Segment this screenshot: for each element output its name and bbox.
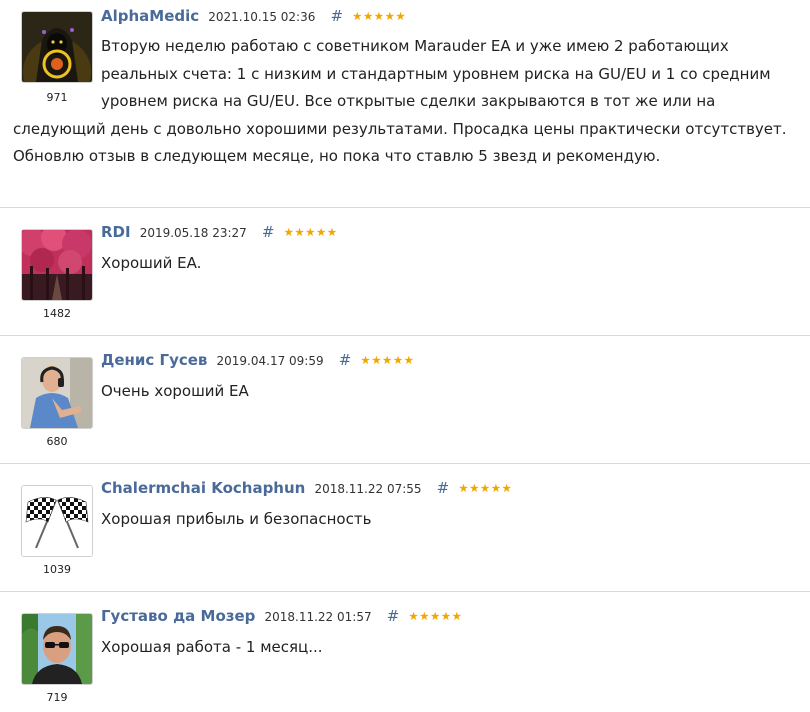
user-rating: 680 xyxy=(46,435,68,448)
author-name[interactable]: Густаво да Мозер xyxy=(101,607,255,625)
permalink-hash[interactable]: # xyxy=(262,223,275,241)
author-name[interactable]: AlphaMedic xyxy=(101,7,199,25)
star-rating: ★★★★★ xyxy=(352,9,407,23)
hooded-figure-icon xyxy=(22,12,92,82)
permalink-hash[interactable]: # xyxy=(339,351,352,369)
avatar[interactable] xyxy=(21,485,93,557)
review-text-line: Вторую неделю работаю с советником Marau… xyxy=(101,37,729,55)
man-sunglasses-avatar xyxy=(22,614,92,684)
divider xyxy=(0,207,810,208)
review-header: Chalermchai Kochaphun 2018.11.22 07:55 #… xyxy=(101,478,512,499)
review-header: AlphaMedic 2021.10.15 02:36 # ★★★★★ xyxy=(101,6,406,27)
author-name[interactable]: Денис Гусев xyxy=(101,351,207,369)
user-rating: 1039 xyxy=(43,563,71,576)
user-rating: 719 xyxy=(46,691,68,704)
review-date: 2019.04.17 09:59 xyxy=(216,354,324,368)
avatar[interactable] xyxy=(21,11,93,83)
review-text-line: Хорошая работа - 1 месяц... xyxy=(101,638,323,656)
review-text-line: Хороший EA. xyxy=(101,254,202,272)
star-rating: ★★★★★ xyxy=(283,225,338,239)
divider xyxy=(0,591,810,592)
author-name[interactable]: RDI xyxy=(101,223,131,241)
review-date: 2018.11.22 01:57 xyxy=(264,610,372,624)
review-date: 2021.10.15 02:36 xyxy=(208,10,316,24)
review-text-line: следующий день с довольно хорошими резул… xyxy=(13,119,787,138)
avatar[interactable] xyxy=(21,229,93,301)
review-header: Денис Гусев 2019.04.17 09:59 # ★★★★★ xyxy=(101,350,414,371)
star-rating: ★★★★★ xyxy=(360,353,415,367)
checkered-flags-icon xyxy=(22,486,92,556)
review-text-line: реальных счета: 1 с низким и стандартным… xyxy=(101,64,771,83)
dj-headphones-avatar xyxy=(22,358,92,428)
avatar[interactable] xyxy=(21,613,93,685)
permalink-hash[interactable]: # xyxy=(437,479,450,497)
review-date: 2018.11.22 07:55 xyxy=(314,482,422,496)
review-text-line: Хорошая прибыль и безопасность xyxy=(101,510,372,528)
pink-trees-avatar xyxy=(22,230,92,300)
permalink-hash[interactable]: # xyxy=(387,607,400,625)
review-date: 2019.05.18 23:27 xyxy=(139,226,247,240)
divider xyxy=(0,463,810,464)
review-header: RDI 2019.05.18 23:27 # ★★★★★ xyxy=(101,222,338,243)
user-rating: 1482 xyxy=(43,307,71,320)
review-header: Густаво да Мозер 2018.11.22 01:57 # ★★★★… xyxy=(101,606,462,627)
review-text-line: Очень хороший EA xyxy=(101,382,249,400)
review-text-line: Обновлю отзыв в следующем месяце, но пок… xyxy=(13,147,661,165)
author-name[interactable]: Chalermchai Kochaphun xyxy=(101,479,305,497)
user-rating: 971 xyxy=(46,91,68,104)
star-rating: ★★★★★ xyxy=(458,481,513,495)
divider xyxy=(0,335,810,336)
star-rating: ★★★★★ xyxy=(408,609,463,623)
avatar[interactable] xyxy=(21,357,93,429)
permalink-hash[interactable]: # xyxy=(330,7,343,25)
review-text-line: уровнем риска на GU/EU. Все открытые сде… xyxy=(101,92,716,110)
